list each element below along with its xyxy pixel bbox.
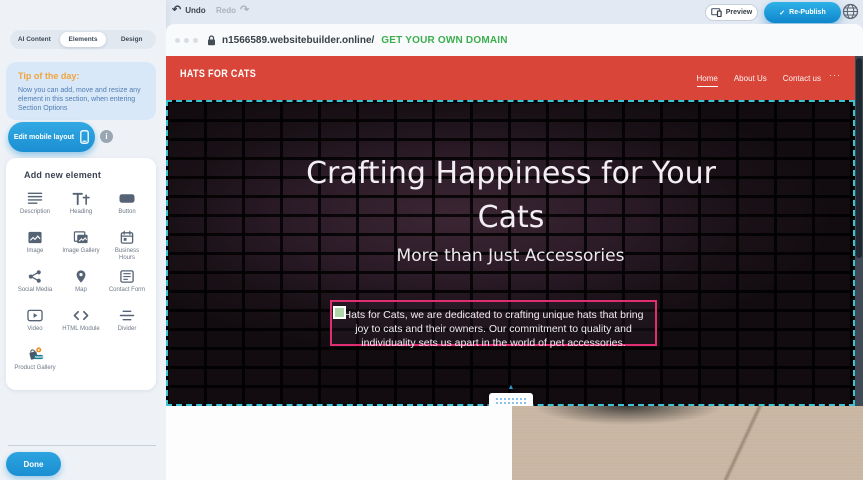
language-globe-button[interactable] xyxy=(842,3,859,20)
edit-mobile-layout-button[interactable]: Edit mobile layout xyxy=(8,122,95,152)
tab-design[interactable]: Design xyxy=(108,32,155,47)
element-grid: Description Heading Button xyxy=(6,180,156,382)
contact-form-icon xyxy=(117,269,137,284)
add-element-title: Add new element xyxy=(6,158,156,180)
resize-up-arrow-icon[interactable]: ▲ xyxy=(505,384,517,391)
hero-subheading[interactable]: More than Just Accessories xyxy=(166,246,855,266)
element-button[interactable]: Button xyxy=(104,187,150,226)
element-drag-handle[interactable] xyxy=(333,306,346,319)
sidebar-tabs: AI Content Elements Design xyxy=(10,30,156,49)
grip-dots-icon xyxy=(495,397,527,405)
site-logo[interactable]: HATS FOR CATS xyxy=(180,68,256,80)
heading-icon xyxy=(71,191,91,206)
redo-button[interactable]: Redo ↷ xyxy=(216,5,249,16)
info-icon[interactable]: i xyxy=(100,130,113,143)
hero-heading[interactable]: Crafting Happiness for Your Cats xyxy=(276,152,746,240)
element-description[interactable]: Description xyxy=(12,187,58,226)
undo-icon: ↶ xyxy=(172,5,181,16)
svg-text:SHOP: SHOP xyxy=(35,355,43,359)
undo-button[interactable]: ↶ Undo xyxy=(172,5,206,16)
tip-of-the-day-card: Tip of the day: Now you can add, move an… xyxy=(6,62,156,120)
button-icon xyxy=(117,191,137,206)
tip-title: Tip of the day: xyxy=(18,71,144,81)
business-hours-icon xyxy=(117,230,137,245)
nav-about-us[interactable]: About Us xyxy=(734,74,767,83)
product-gallery-icon: SHOP xyxy=(25,347,45,362)
site-nav: Home About Us Contact us xyxy=(697,56,822,100)
element-divider[interactable]: Divider xyxy=(104,304,150,343)
social-media-icon xyxy=(25,269,45,284)
globe-icon xyxy=(842,3,859,20)
element-html-module[interactable]: HTML Module xyxy=(58,304,104,343)
site-header: HATS FOR CATS Home About Us Contact us ·… xyxy=(166,56,855,100)
nav-contact-us[interactable]: Contact us xyxy=(783,74,821,83)
video-icon xyxy=(25,308,45,323)
element-heading[interactable]: Heading xyxy=(58,187,104,226)
lock-icon xyxy=(207,35,216,46)
preview-button[interactable]: Preview xyxy=(705,4,758,21)
tip-body: Now you can add, move and resize any ele… xyxy=(18,86,144,113)
image-icon xyxy=(25,230,45,245)
selected-text-block[interactable]: Hats for Cats, we are dedicated to craft… xyxy=(330,300,657,346)
element-business-hours[interactable]: Business Hours xyxy=(104,226,150,265)
preview-scrollbar[interactable] xyxy=(855,56,863,406)
site-url[interactable]: n1566589.websitebuilder.online/ xyxy=(222,35,374,46)
phone-icon xyxy=(80,130,89,144)
element-map[interactable]: Map xyxy=(58,265,104,304)
element-image-gallery[interactable]: Image Gallery xyxy=(58,226,104,265)
sidebar-divider xyxy=(8,445,156,446)
element-image[interactable]: Image xyxy=(12,226,58,265)
website-builder-app: Section options ↶ Undo Redo ↷ Preview ✓ … xyxy=(0,0,863,480)
element-social-media[interactable]: Social Media xyxy=(12,265,58,304)
republish-button[interactable]: ✓ Re-Publish xyxy=(764,2,841,23)
scrollbar-thumb[interactable] xyxy=(856,58,862,258)
window-dots-icon xyxy=(175,38,198,43)
add-element-panel: Add new element Description Heading xyxy=(6,158,156,390)
section-options-sidebar: AI Content Elements Design Tip of the da… xyxy=(0,0,166,480)
browser-chrome-bar: n1566589.websitebuilder.online/ GET YOUR… xyxy=(166,24,863,56)
html-module-icon xyxy=(71,308,91,323)
element-video[interactable]: Video xyxy=(12,304,58,343)
tab-elements[interactable]: Elements xyxy=(60,32,107,47)
tab-ai-content[interactable]: AI Content xyxy=(11,32,58,47)
nav-more-icon[interactable]: ··· xyxy=(829,70,841,80)
description-icon xyxy=(25,191,45,206)
nav-home[interactable]: Home xyxy=(697,74,718,87)
done-button[interactable]: Done xyxy=(6,452,61,476)
hero-paragraph: Hats for Cats, we are dedicated to craft… xyxy=(343,309,643,349)
element-contact-form[interactable]: Contact Form xyxy=(104,265,150,304)
divider-icon xyxy=(117,308,137,323)
get-own-domain-link[interactable]: GET YOUR OWN DOMAIN xyxy=(381,35,507,46)
next-section-image xyxy=(512,406,863,480)
map-pin-icon xyxy=(71,269,91,284)
next-section-white-area xyxy=(166,406,512,480)
devices-icon xyxy=(711,8,722,17)
image-gallery-icon xyxy=(71,230,91,245)
redo-icon: ↷ xyxy=(240,5,249,16)
check-icon: ✓ xyxy=(779,9,785,17)
element-product-gallery[interactable]: SHOP Product Gallery xyxy=(12,343,58,382)
